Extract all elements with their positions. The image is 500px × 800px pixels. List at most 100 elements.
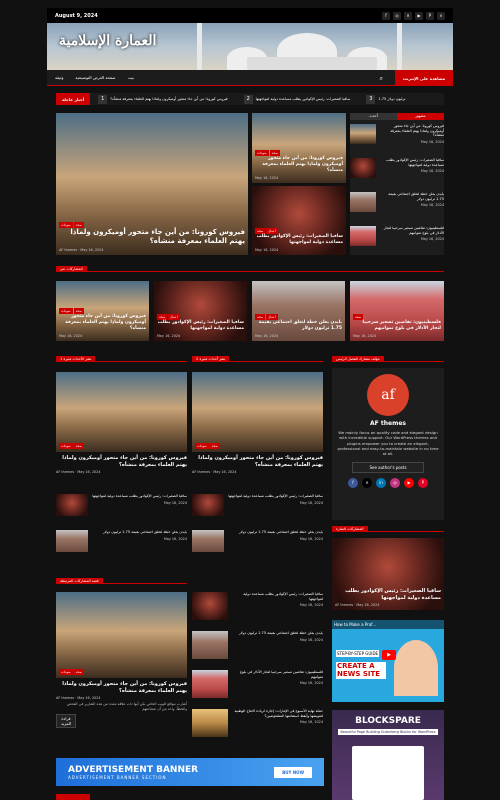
list-item[interactable]: بايدن يعلن خطة لتغلق اجتماعي بقيمة 1.75 … [192, 631, 323, 659]
post-title[interactable]: فيروس كورونا: من أين جاء متحور أوميكرون … [192, 455, 323, 468]
tab-latest[interactable]: أحدث [350, 113, 397, 120]
see-author-posts-button[interactable]: See author's posts [352, 461, 424, 473]
post-thumbnail[interactable] [350, 124, 376, 144]
post-thumbnail[interactable] [192, 592, 228, 620]
list-item[interactable]: بايدن يعلن خطة لتغلق اجتماعي بقيمة 1.75 … [192, 530, 323, 552]
post-title[interactable]: فلسطينيون: تقاضين تسعير سرحيبا لتجار الأ… [353, 320, 441, 332]
post-thumbnail[interactable]: منوعات صحة [56, 592, 187, 678]
post-thumbnail[interactable] [192, 530, 224, 552]
category-badge[interactable]: منوعات [195, 443, 209, 449]
post-title[interactable]: حملة نهاية الأسبوع في الإمارات: إجازة لز… [232, 709, 323, 718]
post-title[interactable]: بايدن يعلن خطة لتغلق اجتماعي بقيمة 1.75 … [232, 631, 323, 636]
advertisement-banner[interactable]: ADVERTISEMENT BANNER ADVERTISEMENT BANNE… [56, 758, 324, 786]
list-item[interactable]: بايدن يعلن خطة لتغلق اجتماعي بقيمة 1.75 … [350, 192, 444, 212]
hero-side-post[interactable]: صحة أعمال سافيا الصغيرات: رئيس الإكوادور … [252, 186, 346, 255]
post-thumbnail[interactable] [56, 530, 88, 552]
instagram-icon[interactable]: ◎ [393, 11, 401, 20]
author-name[interactable]: AF themes [192, 470, 210, 474]
post-title[interactable]: فيروس كورونا: من أين جاء متحور أوميكرون … [59, 314, 146, 332]
category-badge[interactable]: صحة [73, 443, 84, 449]
list-item[interactable]: سافيا الصغيرات: رئيس الإكوادور يطلب مساع… [56, 494, 187, 516]
post-thumbnail[interactable] [192, 631, 228, 659]
category-badge[interactable]: منوعات [255, 150, 269, 157]
post-title[interactable]: سافيا الصغيرات: رئيس الإكوادور يطلب مساع… [232, 592, 323, 601]
category-badge[interactable]: صحة [209, 443, 220, 449]
featured-side-post[interactable]: سافيا الصغيرات: رئيس الإكوادور يطلب مساع… [332, 538, 444, 610]
post-title[interactable]: فيروس كورونا: من أين جاء متحور أوميكرون … [255, 156, 343, 174]
nav-item-docs[interactable]: وثيقة [55, 75, 63, 80]
hero-main-post[interactable]: منوعات صحة فيروس كورونا: من أين جاء متحور… [56, 113, 248, 255]
list-item[interactable]: فلسطينيون: تقاضين تسعير سرحيبا لتجار الأ… [192, 670, 323, 698]
post-thumbnail[interactable]: منوعات صحة [56, 372, 187, 452]
post-title[interactable]: فيروس كورونا: من أين جاء متحور أوميكرون … [56, 455, 187, 468]
post-title[interactable]: سافيا الصغيرات: رئيس الإكوادور يطلب مساع… [92, 494, 187, 499]
list-item[interactable]: سافيا الصغيرات: رئيس الإكوادور يطلب مساع… [192, 494, 323, 516]
category-badge[interactable]: صحة [73, 669, 84, 675]
watch-online-button[interactable]: مشاهدة على الإنترنت [395, 70, 453, 86]
x-icon[interactable]: ✕ [404, 11, 412, 20]
post-thumbnail[interactable] [192, 670, 228, 698]
list-item[interactable]: حملة نهاية الأسبوع في الإمارات: إجازة لز… [192, 709, 323, 737]
ticker-item[interactable]: 2 سافيا الصغيرات: رئيس الإكوادور يطلب مسا… [236, 94, 359, 104]
blockspare-ad[interactable]: BLOCKSPARE Beautiful Page Building Guten… [332, 710, 444, 800]
x-icon[interactable]: ✕ [362, 477, 372, 488]
youtube-icon[interactable]: ▶ [404, 477, 414, 488]
post-thumbnail[interactable] [350, 192, 376, 212]
post-title[interactable]: سافيا الصغيرات: رئيس الإكوادور يطلب مساع… [157, 320, 244, 332]
pinterest-icon[interactable]: P [426, 11, 434, 20]
author-name[interactable]: AF themes [332, 420, 444, 427]
post-thumbnail[interactable] [350, 158, 376, 178]
post-title[interactable]: بايدن يعلن خطة لتغلق اجتماعي بقيمة 1.75 … [380, 192, 444, 201]
category-badge[interactable]: صحة [73, 221, 84, 228]
list-item[interactable]: فيروس كورونا: من أين جاء متحور أوميكرون … [350, 124, 444, 144]
post-thumbnail[interactable] [350, 226, 376, 246]
featured-post[interactable]: صحة أعمال سافيا الصغيرات: رئيس الإكوادور ي… [154, 281, 247, 341]
author-name[interactable]: AF themes [56, 696, 74, 700]
post-title[interactable]: بايدن يعلن خطة لتغلق اجتماعي بقيمة 1.75 … [92, 530, 187, 535]
post-title[interactable]: فلسطينيون: تقاضين تسعير سرحيبا لتجار الأ… [232, 670, 323, 679]
ticker-item[interactable]: 3 1.75 ترليون دولار [358, 94, 413, 104]
author-name[interactable]: AF themes [56, 470, 74, 474]
author-name[interactable]: AF themes [335, 603, 353, 607]
post-thumbnail[interactable] [56, 494, 88, 516]
search-icon[interactable]: ⌕ [380, 75, 383, 83]
category-badge[interactable]: منوعات [59, 221, 73, 228]
ticker-item[interactable]: 1 فيروس كورونا: من أين جاء متحور أوميكرون… [90, 94, 235, 104]
featured-post[interactable]: منوعات صحة فيروس كورونا: من أين جاء متحور … [56, 281, 149, 341]
list-item[interactable]: بايدن يعلن خطة لتغلق اجتماعي بقيمة 1.75 … [56, 530, 187, 552]
youtube-icon[interactable]: ▶ [415, 11, 423, 20]
instagram-icon[interactable]: ◎ [390, 477, 400, 488]
nav-item-home[interactable]: بيت [128, 75, 134, 80]
buy-now-button[interactable]: BUY NOW [274, 766, 312, 778]
post-title[interactable]: فيروس كورونا: من أين جاء متحور أوميكرون … [56, 681, 187, 694]
category-badge[interactable]: منوعات [59, 443, 73, 449]
facebook-icon[interactable]: f [382, 11, 390, 20]
video-title[interactable]: How to Make a Prof... [332, 620, 444, 629]
featured-post[interactable]: صحة أعمال بايدن يعلن خطة لتغلق اجتماعي بقي… [252, 281, 345, 341]
post-title[interactable]: سافيا الصغيرات: رئيس الإكوادور يطلب مساع… [380, 158, 444, 167]
play-icon[interactable]: ▶ [382, 650, 396, 660]
tab-popular[interactable]: مشهور [397, 113, 444, 120]
post-title[interactable]: فيروس كورونا: من أين جاء متحور أوميكرون … [380, 124, 444, 138]
post-thumbnail[interactable] [192, 709, 228, 737]
post-thumbnail[interactable] [192, 494, 224, 516]
post-title[interactable]: سافيا الصغيرات: رئيس الإكوادور يطلب مساع… [228, 494, 323, 499]
pinterest-icon[interactable]: P [418, 477, 428, 488]
list-item[interactable]: سافيا الصغيرات: رئيس الإكوادور يطلب مساع… [350, 158, 444, 178]
video-embed[interactable]: How to Make a Prof... STEP-BY-STEP GUIDE… [332, 620, 444, 702]
post-title[interactable]: سافيا الصغيرات: رئيس الإكوادور يطلب مساع… [335, 588, 441, 601]
list-item[interactable]: فلسطينيون: تقاضين تسعير سرحيبا لتجار الأ… [350, 226, 444, 246]
featured-post[interactable]: صحة فلسطينيون: تقاضين تسعير سرحيبا لتجار … [350, 281, 444, 341]
post-title[interactable]: فيروس كورونا: من أين جاء متحور أوميكرون … [59, 228, 245, 246]
nav-item-demo[interactable]: صفحة العرض التوضيحية [75, 75, 115, 80]
site-title[interactable]: العمارة الإسلامية [59, 33, 156, 49]
read-more-button[interactable]: قراءة المزيد [56, 714, 76, 729]
hero-side-post[interactable]: منوعات صحة فيروس كورونا: من أين جاء متحور… [252, 113, 346, 183]
facebook-icon[interactable]: f [348, 477, 358, 488]
list-item[interactable]: سافيا الصغيرات: رئيس الإكوادور يطلب مساع… [192, 592, 323, 620]
post-thumbnail[interactable]: منوعات صحة [192, 372, 323, 452]
category-badge[interactable]: منوعات [59, 669, 73, 675]
post-title[interactable]: فلسطينيون: تقاضين تسعير سرحيبا لتجار الأ… [380, 226, 444, 235]
linkedin-icon[interactable]: in [376, 477, 386, 488]
post-title[interactable]: سافيا الصغيرات: رئيس الإكوادور يطلب مساع… [255, 234, 343, 246]
